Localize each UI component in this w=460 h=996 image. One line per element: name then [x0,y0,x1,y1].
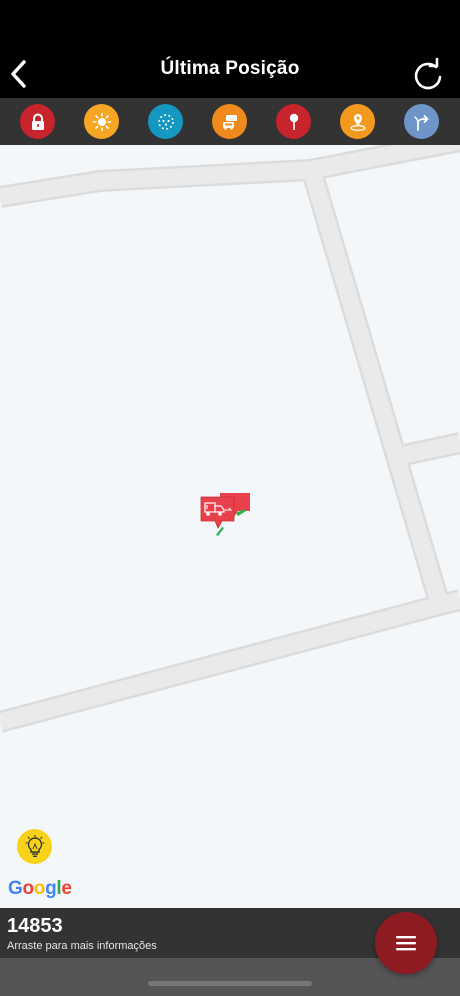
dotted-circle-icon [157,113,174,130]
directions-icon [413,114,428,131]
drag-hint: Arraste para mais informações [7,940,157,952]
refresh-icon [414,57,442,90]
location-icon [349,113,366,131]
map-pin-icon [289,113,298,130]
screen: Última Posição Google 14853 Arraste para… [0,0,460,996]
refresh-button[interactable] [410,54,446,94]
pin-button[interactable] [276,104,311,139]
map-toolbar [0,98,460,145]
map-view[interactable]: Google [0,145,460,908]
place-button[interactable] [340,104,375,139]
app-header: Última Posição [0,0,460,98]
cars-icon [222,114,237,130]
google-logo: Google [8,878,72,899]
menu-button[interactable] [375,912,437,974]
dotted-circle-button[interactable] [148,104,183,139]
traffic-button[interactable] [212,104,247,139]
sun-icon [92,112,111,131]
page-title: Última Posição [160,58,300,79]
vehicle-id: 14853 [7,915,63,937]
lightbulb-icon [24,834,45,857]
truck-icon [200,493,250,536]
directions-button[interactable] [404,104,439,139]
lock-button[interactable] [20,104,55,139]
vehicle-marker[interactable] [200,491,252,539]
lock-icon [31,113,44,130]
lightbulb-button[interactable] [17,829,52,864]
menu-icon [396,936,416,951]
sun-button[interactable] [84,104,119,139]
home-indicator [148,981,312,986]
